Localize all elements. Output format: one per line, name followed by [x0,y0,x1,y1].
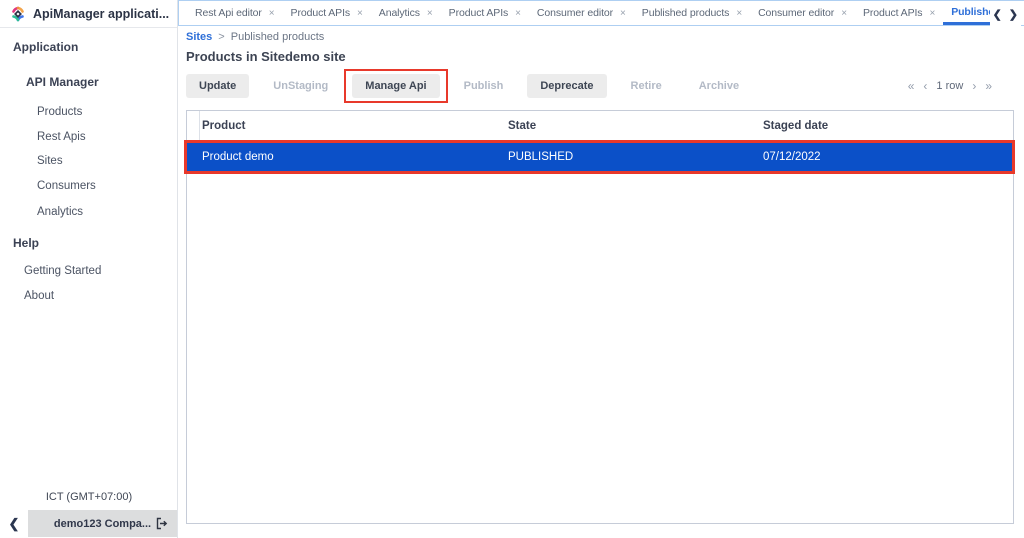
tab-list: Rest Api editor × Product APIs × Analyti… [179,1,990,25]
tab-product-apis-2[interactable]: Product APIs × [441,1,529,25]
sidebar-item-analytics[interactable]: Analytics [37,206,83,218]
previous-page-icon[interactable]: ‹ [923,79,927,93]
row-count-label: 1 row [936,80,963,92]
tab-bar: Rest Api editor × Product APIs × Analyti… [178,0,1024,26]
toolbar: Update UnStaging Manage Api Publish Depr… [186,74,1014,98]
collapse-sidebar-button[interactable]: ❮ [0,510,28,537]
close-tab-icon[interactable]: × [841,8,847,19]
sidebar-item-api-manager[interactable]: API Manager [26,75,99,89]
deprecate-button[interactable]: Deprecate [527,74,606,98]
first-page-icon[interactable]: « [908,79,915,93]
close-tab-icon[interactable]: × [515,8,521,19]
tab-label: Product APIs [291,7,351,19]
sidebar-footer: ❮ demo123 Compa... [0,510,177,537]
tab-product-apis-1[interactable]: Product APIs × [283,1,371,25]
column-header-product[interactable]: Product [200,120,506,132]
sidebar-item-products[interactable]: Products [37,106,82,118]
sidebar-item-consumers[interactable]: Consumers [37,180,96,192]
breadcrumb-separator: > [218,31,224,43]
scroll-tabs-left-icon[interactable]: ❮ [993,8,1002,21]
manage-api-button[interactable]: Manage Api [352,74,439,98]
tab-consumer-editor-2[interactable]: Consumer editor × [750,1,855,25]
account-label: demo123 Compa... [54,518,151,530]
tab-label: Product APIs [863,7,923,19]
logout-icon[interactable] [155,517,168,535]
close-tab-icon[interactable]: × [269,8,275,19]
tab-rest-api-editor[interactable]: Rest Api editor × [187,1,283,25]
tab-label: Published products [642,7,730,19]
manage-api-annotated-wrapper: Manage Api [352,74,439,98]
tab-label: Product APIs [449,7,509,19]
close-tab-icon[interactable]: × [929,8,935,19]
tab-label: Analytics [379,7,420,19]
tab-consumer-editor-1[interactable]: Consumer editor × [529,1,634,25]
sidebar-item-sites[interactable]: Sites [37,155,63,167]
close-tab-icon[interactable]: × [357,8,363,19]
breadcrumb-sites-link[interactable]: Sites [186,31,212,43]
tab-label: Consumer editor [758,7,834,19]
tab-published-products-active[interactable]: Published products [943,1,990,25]
chevron-left-icon: ❮ [9,516,20,532]
retire-button: Retire [618,74,675,98]
table-header-row: Product State Staged date [187,111,1013,142]
tab-label: Consumer editor [537,7,613,19]
sidebar-item-about[interactable]: About [24,290,54,302]
timezone-label: ICT (GMT+07:00) [0,491,178,503]
next-page-icon[interactable]: › [972,79,976,93]
products-table: Product State Staged date Product demo P… [186,110,1014,524]
account-button[interactable]: demo123 Compa... [28,510,177,537]
table-row[interactable]: Product demo PUBLISHED 07/12/2022 [187,143,1013,171]
app-logo-icon [10,6,26,22]
sidebar-item-rest-apis[interactable]: Rest Apis [37,131,86,143]
update-button[interactable]: Update [186,74,249,98]
breadcrumb-current: Published products [231,31,325,43]
close-tab-icon[interactable]: × [736,8,742,19]
column-header-staged-date[interactable]: Staged date [761,120,1013,132]
tab-scroll-controls: ❮ ❯ [990,1,1021,27]
page-title: Products in Sitedemo site [186,49,346,64]
unstaging-button: UnStaging [260,74,341,98]
tab-analytics[interactable]: Analytics × [371,1,441,25]
breadcrumb: Sites > Published products [186,31,324,43]
sidebar-section-application: Application [13,40,78,54]
tab-published-products-1[interactable]: Published products × [634,1,750,25]
sidebar-item-getting-started[interactable]: Getting Started [24,265,101,277]
tab-label: Rest Api editor [195,7,262,19]
cell-state: PUBLISHED [506,151,761,163]
selection-column-header [187,111,200,141]
app-title: ApiManager applicati... [33,7,169,21]
cell-staged-date: 07/12/2022 [761,151,1013,163]
close-tab-icon[interactable]: × [620,8,626,19]
archive-button: Archive [686,74,752,98]
app-header: ApiManager applicati... [0,0,177,28]
publish-button: Publish [451,74,517,98]
sidebar: ApiManager applicati... Application API … [0,0,178,538]
last-page-icon[interactable]: » [985,79,992,93]
column-header-state[interactable]: State [506,120,761,132]
cell-product: Product demo [200,151,506,163]
close-tab-icon[interactable]: × [427,8,433,19]
scroll-tabs-right-icon[interactable]: ❯ [1009,8,1018,21]
tab-product-apis-3[interactable]: Product APIs × [855,1,943,25]
tab-label: Published products [951,6,990,18]
pagination: « ‹ 1 row › » [908,74,992,98]
sidebar-section-help: Help [13,236,39,250]
